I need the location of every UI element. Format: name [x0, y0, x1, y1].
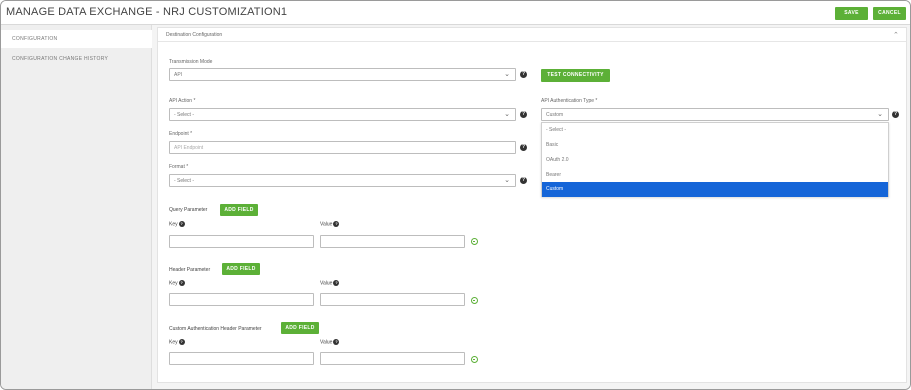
- add-row-icon[interactable]: [471, 238, 478, 245]
- help-icon[interactable]: ?: [520, 177, 527, 184]
- transmission-mode-select[interactable]: API ⌄: [169, 68, 516, 81]
- api-action-label: API Action *: [169, 98, 196, 104]
- endpoint-input[interactable]: API Endpoint: [169, 141, 516, 154]
- help-icon[interactable]: ?: [178, 339, 185, 345]
- format-label: Format *: [169, 164, 189, 170]
- api-auth-type-select[interactable]: Custom ⌄: [541, 108, 889, 121]
- help-icon[interactable]: ?: [520, 144, 527, 151]
- help-icon[interactable]: ?: [178, 280, 185, 286]
- header-value-label: Value?: [320, 280, 340, 287]
- chevron-up-icon[interactable]: ⌃: [893, 31, 899, 39]
- help-icon[interactable]: ?: [178, 221, 185, 227]
- dropdown-option-selected[interactable]: Custom: [542, 182, 888, 197]
- custom-auth-value-input[interactable]: [320, 352, 465, 365]
- save-button[interactable]: SAVE: [835, 7, 868, 20]
- header-value-text: Value: [320, 280, 333, 287]
- query-value-label: Value?: [320, 221, 340, 228]
- transmission-mode-label: Transmission Mode: [169, 59, 213, 65]
- sidebar-item-configuration-change-history[interactable]: CONFIGURATION CHANGE HISTORY: [1, 50, 152, 68]
- query-add-field-button[interactable]: ADD FIELD: [220, 204, 258, 216]
- custom-auth-key-input[interactable]: [169, 352, 314, 365]
- dropdown-option[interactable]: Basic: [542, 138, 888, 153]
- help-icon[interactable]: ?: [520, 71, 527, 78]
- query-value-text: Value: [320, 221, 333, 228]
- dropdown-option[interactable]: OAuth 2.0: [542, 153, 888, 168]
- endpoint-placeholder: API Endpoint: [174, 145, 204, 151]
- custom-auth-key-label: Key?: [169, 339, 185, 345]
- help-icon[interactable]: ?: [333, 280, 340, 286]
- chevron-down-icon: ⌄: [504, 177, 510, 184]
- header-key-text: Key: [169, 280, 178, 287]
- api-auth-type-label: API Authentication Type *: [541, 98, 598, 104]
- dropdown-option[interactable]: - Select -: [542, 123, 888, 138]
- api-action-value: - Select -: [174, 112, 195, 118]
- api-auth-type-dropdown: - Select - Basic OAuth 2.0 Bearer Custom: [541, 122, 889, 197]
- chevron-down-icon: ⌄: [504, 111, 510, 118]
- header-parameter-label: Header Parameter: [169, 267, 211, 273]
- query-key-text: Key: [169, 221, 178, 228]
- query-parameter-label: Query Parameter: [169, 207, 208, 213]
- dropdown-option[interactable]: Bearer: [542, 168, 888, 183]
- sidebar: CONFIGURATION CONFIGURATION CHANGE HISTO…: [1, 25, 152, 389]
- custom-auth-value-label: Value?: [320, 339, 340, 346]
- top-bar: MANAGE DATA EXCHANGE - NRJ CUSTOMIZATION…: [1, 1, 910, 25]
- custom-auth-value-text: Value: [320, 339, 333, 346]
- format-value: - Select -: [174, 178, 195, 184]
- custom-auth-header-label: Custom Authentication Header Parameter: [169, 326, 262, 332]
- transmission-mode-value: API: [174, 72, 183, 78]
- add-row-icon[interactable]: [471, 356, 478, 363]
- format-select[interactable]: - Select - ⌄: [169, 174, 516, 187]
- test-connectivity-button[interactable]: TEST CONNECTIVITY: [541, 69, 610, 82]
- panel-header[interactable]: Destination Configuration ⌃: [158, 28, 906, 42]
- cancel-button[interactable]: CANCEL: [873, 7, 906, 20]
- app-window: MANAGE DATA EXCHANGE - NRJ CUSTOMIZATION…: [0, 0, 911, 390]
- header-key-label: Key?: [169, 280, 185, 286]
- api-action-select[interactable]: - Select - ⌄: [169, 108, 516, 121]
- api-auth-type-value: Custom: [546, 112, 564, 118]
- add-row-icon[interactable]: [471, 297, 478, 304]
- help-icon[interactable]: ?: [333, 221, 340, 227]
- help-icon[interactable]: ?: [520, 111, 527, 118]
- endpoint-label: Endpoint *: [169, 131, 193, 137]
- panel-title: Destination Configuration: [166, 32, 223, 38]
- query-value-input[interactable]: [320, 235, 465, 248]
- header-add-field-button[interactable]: ADD FIELD: [222, 263, 260, 275]
- help-icon[interactable]: ?: [333, 339, 340, 345]
- page-title: MANAGE DATA EXCHANGE - NRJ CUSTOMIZATION…: [6, 6, 288, 18]
- query-key-label: Key?: [169, 221, 185, 227]
- query-key-input[interactable]: [169, 235, 314, 248]
- header-value-input[interactable]: [320, 293, 465, 306]
- sidebar-item-configuration[interactable]: CONFIGURATION: [1, 30, 152, 48]
- header-key-input[interactable]: [169, 293, 314, 306]
- chevron-down-icon: ⌄: [877, 111, 883, 118]
- custom-auth-add-field-button[interactable]: ADD FIELD: [281, 322, 319, 334]
- help-icon[interactable]: ?: [892, 111, 899, 118]
- custom-auth-key-text: Key: [169, 339, 178, 346]
- chevron-down-icon: ⌄: [504, 71, 510, 78]
